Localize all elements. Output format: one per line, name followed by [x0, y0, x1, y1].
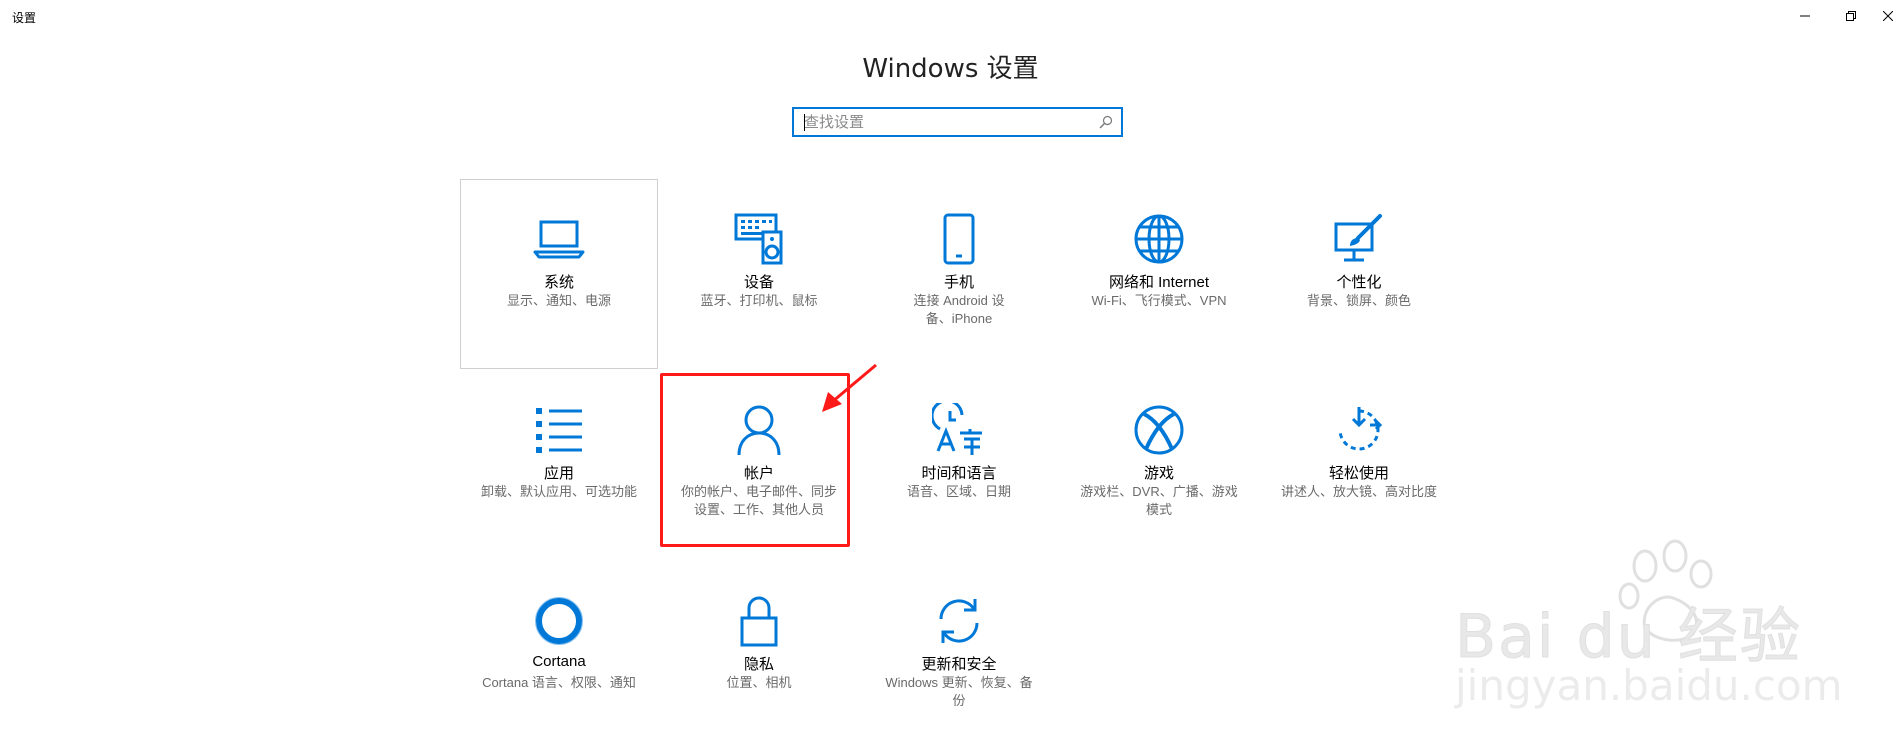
tile-description: Cortana 语言、权限、通知	[482, 675, 636, 690]
tile-gaming[interactable]: 游戏 游戏栏、DVR、广播、游戏模式	[1060, 370, 1258, 560]
tile-devices[interactable]: 设备 蓝牙、打印机、鼠标	[660, 179, 858, 369]
devices-icon	[734, 213, 783, 265]
tile-description: 讲述人、放大镜、高对比度	[1280, 484, 1437, 499]
minimize-button[interactable]	[1782, 0, 1828, 32]
globe-icon	[1134, 214, 1184, 264]
tile-personalization[interactable]: 个性化 背景、锁屏、颜色	[1260, 179, 1458, 369]
annotation-arrow-icon	[822, 363, 877, 412]
tile-description: 语音、区域、日期	[906, 484, 1011, 499]
search-box[interactable]	[792, 107, 1123, 137]
xbox-icon	[1134, 405, 1184, 455]
tile-network[interactable]: 网络和 Internet Wi-Fi、飞行模式、VPN	[1060, 179, 1258, 369]
cortana-icon	[535, 597, 583, 645]
tile-description: 卸载、默认应用、可选功能	[480, 484, 637, 499]
laptop-icon	[533, 220, 585, 259]
phone-icon	[943, 213, 975, 265]
time-language-icon	[932, 403, 982, 455]
search-input[interactable]	[804, 112, 1084, 132]
tile-description: 背景、锁屏、颜色	[1306, 293, 1411, 308]
tile-description: Wi-Fi、飞行模式、VPN	[1091, 293, 1227, 308]
text-caret	[804, 114, 805, 131]
tile-system[interactable]: 系统 显示、通知、电源	[460, 179, 658, 369]
watermark-url: jingyan.baidu.com	[1455, 661, 1843, 710]
tile-name: 更新和安全	[921, 656, 997, 673]
close-icon	[1882, 11, 1893, 21]
tile-name: 轻松使用	[1328, 465, 1389, 482]
lock-icon	[740, 596, 778, 647]
tile-name: 手机	[943, 274, 974, 291]
search-icon[interactable]	[1099, 115, 1113, 129]
tile-name: 隐私	[743, 656, 774, 673]
tile-name: 游戏	[1143, 465, 1174, 482]
tile-name: 系统	[543, 274, 574, 291]
tile-name: 设备	[743, 274, 774, 291]
close-button[interactable]	[1874, 0, 1901, 32]
tile-description: Windows 更新、恢复、备份	[885, 675, 1033, 708]
tile-name: Cortana	[532, 653, 586, 670]
ease-of-access-icon	[1338, 407, 1383, 451]
tile-phone[interactable]: 手机 连接 Android 设备、iPhone	[860, 179, 1058, 369]
tile-privacy[interactable]: 隐私 位置、相机	[660, 561, 858, 751]
tile-name: 网络和 Internet	[1108, 274, 1210, 291]
tile-update-security[interactable]: 更新和安全 Windows 更新、恢复、备份	[860, 561, 1058, 751]
restore-icon	[1846, 11, 1856, 21]
tile-description: 蓝牙、打印机、鼠标	[700, 293, 818, 308]
tile-cortana[interactable]: Cortana Cortana 语言、权限、通知	[460, 561, 658, 751]
tile-description: 连接 Android 设备、iPhone	[913, 293, 1005, 326]
tile-name: 应用	[543, 465, 574, 482]
minimize-icon	[1800, 15, 1810, 17]
restore-button[interactable]	[1828, 0, 1874, 32]
tile-name: 时间和语言	[921, 465, 997, 482]
sync-icon	[939, 599, 979, 643]
window-title: 设置	[12, 11, 37, 25]
personalization-icon	[1334, 214, 1382, 262]
apps-list-icon	[536, 408, 582, 453]
tile-ease-of-access[interactable]: 轻松使用 讲述人、放大镜、高对比度	[1260, 370, 1458, 560]
tile-name: 个性化	[1336, 274, 1382, 291]
tile-description: 位置、相机	[726, 675, 792, 690]
page-title: Windows 设置	[862, 54, 1039, 84]
tile-time-language[interactable]: 时间和语言 语音、区域、日期	[860, 370, 1058, 560]
tile-description: 游戏栏、DVR、广播、游戏模式	[1080, 484, 1238, 517]
tile-apps[interactable]: 应用 卸载、默认应用、可选功能	[460, 370, 658, 560]
tile-description: 显示、通知、电源	[506, 293, 611, 308]
